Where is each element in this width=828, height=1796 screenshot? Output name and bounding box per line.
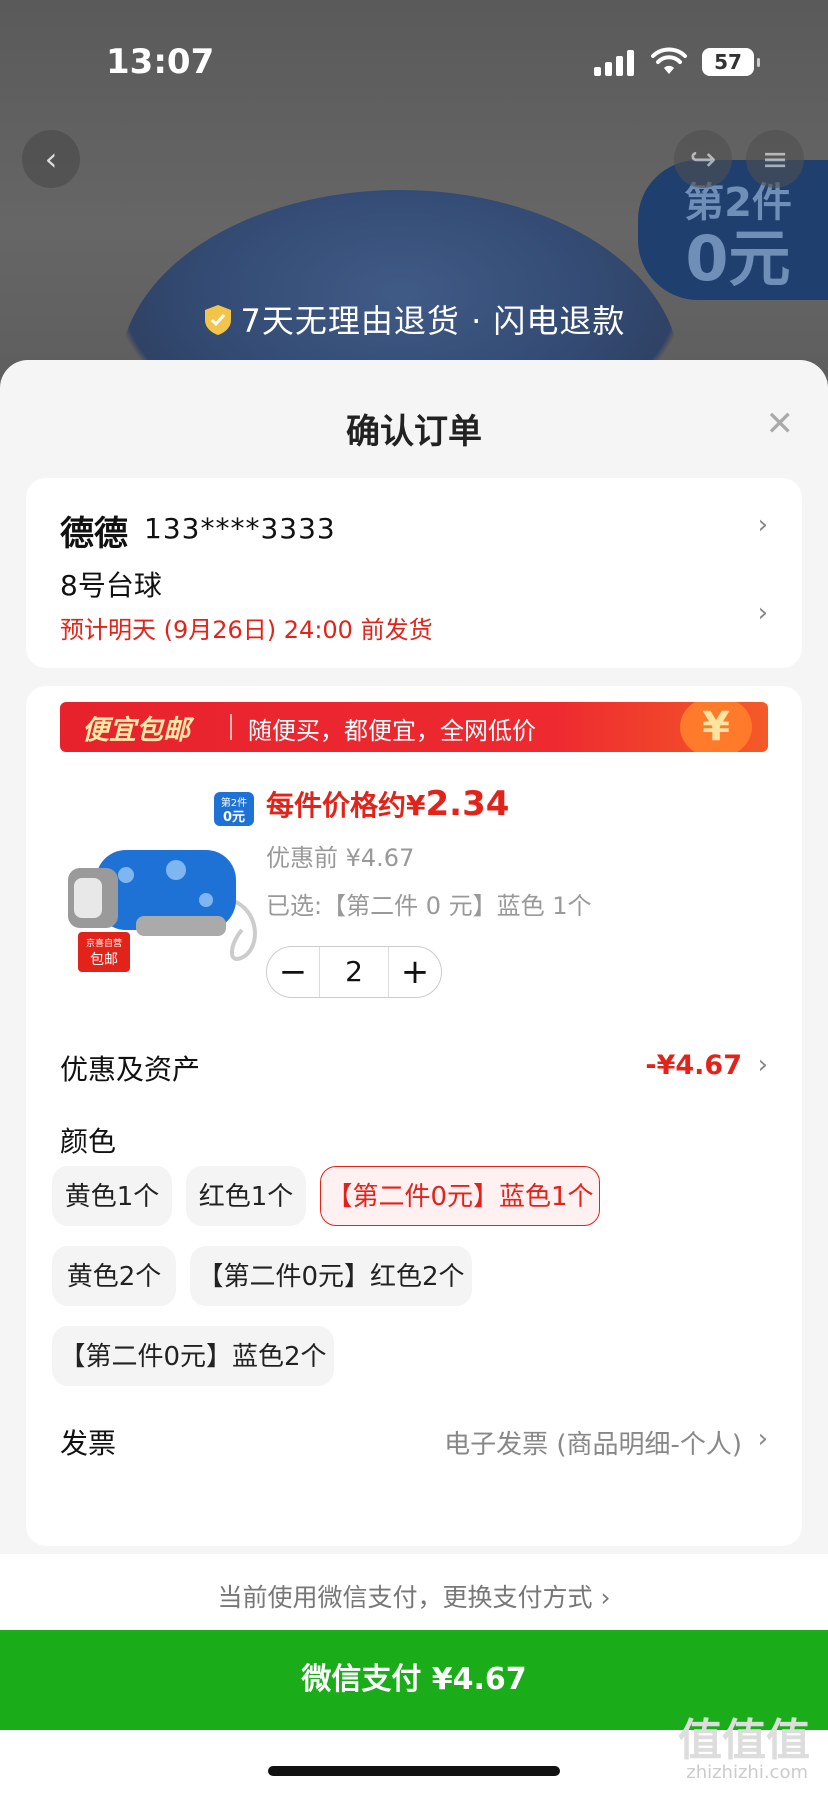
sheet-title: 确认订单: [346, 412, 482, 452]
guarantee-text: 7天无理由退货 · 闪电退款: [240, 302, 626, 340]
color-option[interactable]: 红色1个: [186, 1166, 306, 1226]
chevron-right-icon: ›: [757, 1424, 768, 1454]
recipient-name: 德德: [60, 514, 128, 554]
chevron-right-icon: ›: [757, 510, 768, 540]
unit-price: 每件价格约¥2.34: [266, 784, 509, 824]
share-button[interactable]: ↪: [674, 130, 732, 188]
hero-badge-line1: 第2件: [684, 180, 792, 226]
quantity-value[interactable]: 2: [319, 947, 389, 997]
signal-icon: [594, 50, 636, 76]
banner-divider: [230, 714, 232, 740]
more-icon: ≡: [761, 140, 789, 178]
chevron-right-icon: ›: [757, 598, 768, 628]
color-label: 颜色: [60, 1125, 117, 1158]
quantity-stepper: − 2 +: [266, 946, 442, 998]
status-time: 13:07: [106, 42, 215, 82]
banner-text: 随便买，都便宜，全网低价: [248, 717, 536, 745]
watermark-logo: 值值值: [678, 1715, 810, 1766]
color-option[interactable]: 【第二件0元】红色2个: [190, 1246, 472, 1306]
hero-promo-badge: 第2件 0元: [638, 160, 828, 300]
share-icon: ↪: [689, 140, 717, 178]
shield-check-icon: [204, 305, 231, 335]
chevron-left-icon: ‹: [44, 140, 58, 178]
discount-label[interactable]: 优惠及资产: [60, 1048, 200, 1088]
invoice-label[interactable]: 发票: [60, 1422, 116, 1462]
shipping-estimate: 预计明天 (9月26日) 24:00 前发货: [60, 616, 433, 644]
thumb-badge-line1: 第2件: [221, 796, 247, 809]
unit-price-prefix: 每件价格约: [266, 789, 407, 822]
watermark-url: zhizhizhi.com: [686, 1762, 808, 1783]
recipient-address: 8号台球: [60, 569, 162, 602]
free-shipping-banner: 便宜包邮 随便买，都便宜，全网低价 ¥: [60, 702, 768, 752]
original-price: 优惠前 ¥4.67: [266, 844, 415, 872]
product-hero-image: [120, 190, 680, 380]
back-button[interactable]: ‹: [22, 130, 80, 188]
color-option-selected[interactable]: 【第二件0元】蓝色1个: [320, 1166, 600, 1226]
banner-tag: 便宜包邮: [82, 715, 190, 746]
guarantee-line: 7天无理由退货 · 闪电退款: [0, 296, 828, 342]
change-payment-link[interactable]: 当前使用微信支付，更换支付方式 ›: [0, 1578, 828, 1614]
thumb-tag-line2: 包邮: [90, 952, 118, 968]
increase-button[interactable]: +: [389, 947, 441, 997]
home-indicator: [268, 1766, 560, 1776]
status-bar: 13:07 57: [0, 42, 828, 82]
address-card[interactable]: 德德 133****3333 8号台球 预计明天 (9月26日) 24:00 前…: [26, 478, 802, 668]
color-option[interactable]: 黄色1个: [52, 1166, 172, 1226]
wifi-icon: [651, 47, 687, 74]
order-card: 便宜包邮 随便买，都便宜，全网低价 ¥ 第2件 0元 京喜自营 包邮 每件价格约…: [26, 686, 802, 1546]
invoice-value[interactable]: 电子发票 (商品明细-个人): [444, 1424, 742, 1461]
chevron-right-icon: ›: [757, 1050, 768, 1080]
unit-price-value: 2.34: [425, 784, 510, 824]
thumb-tag-line1: 京喜自营: [86, 937, 122, 949]
close-icon: ✕: [765, 404, 795, 444]
recipient-phone: 133****3333: [144, 512, 336, 545]
product-thumbnail[interactable]: 第2件 0元 京喜自营 包邮: [56, 780, 276, 980]
battery-icon: 57: [702, 48, 760, 76]
thumb-badge-line2: 0元: [223, 810, 245, 825]
hero-badge-line2: 0元: [685, 222, 791, 295]
decrease-button[interactable]: −: [267, 947, 319, 997]
discount-value[interactable]: -¥4.67: [645, 1050, 742, 1081]
close-button[interactable]: ✕: [766, 404, 795, 444]
confirm-order-sheet: 确认订单 ✕ 德德 133****3333 8号台球 预计明天 (9月26日) …: [0, 360, 828, 1560]
color-option[interactable]: 【第二件0元】蓝色2个: [52, 1326, 334, 1386]
yuan-coin-icon: ¥: [680, 702, 752, 752]
payment-bar: 当前使用微信支付，更换支付方式 › 微信支付 ¥4.67 值值值 zhizhiz…: [0, 1554, 828, 1796]
unit-price-currency: ¥: [406, 789, 426, 822]
color-option[interactable]: 黄色2个: [52, 1246, 176, 1306]
selected-variant: 已选:【第二件 0 元】蓝色 1个: [266, 892, 592, 920]
more-button[interactable]: ≡: [746, 130, 804, 188]
